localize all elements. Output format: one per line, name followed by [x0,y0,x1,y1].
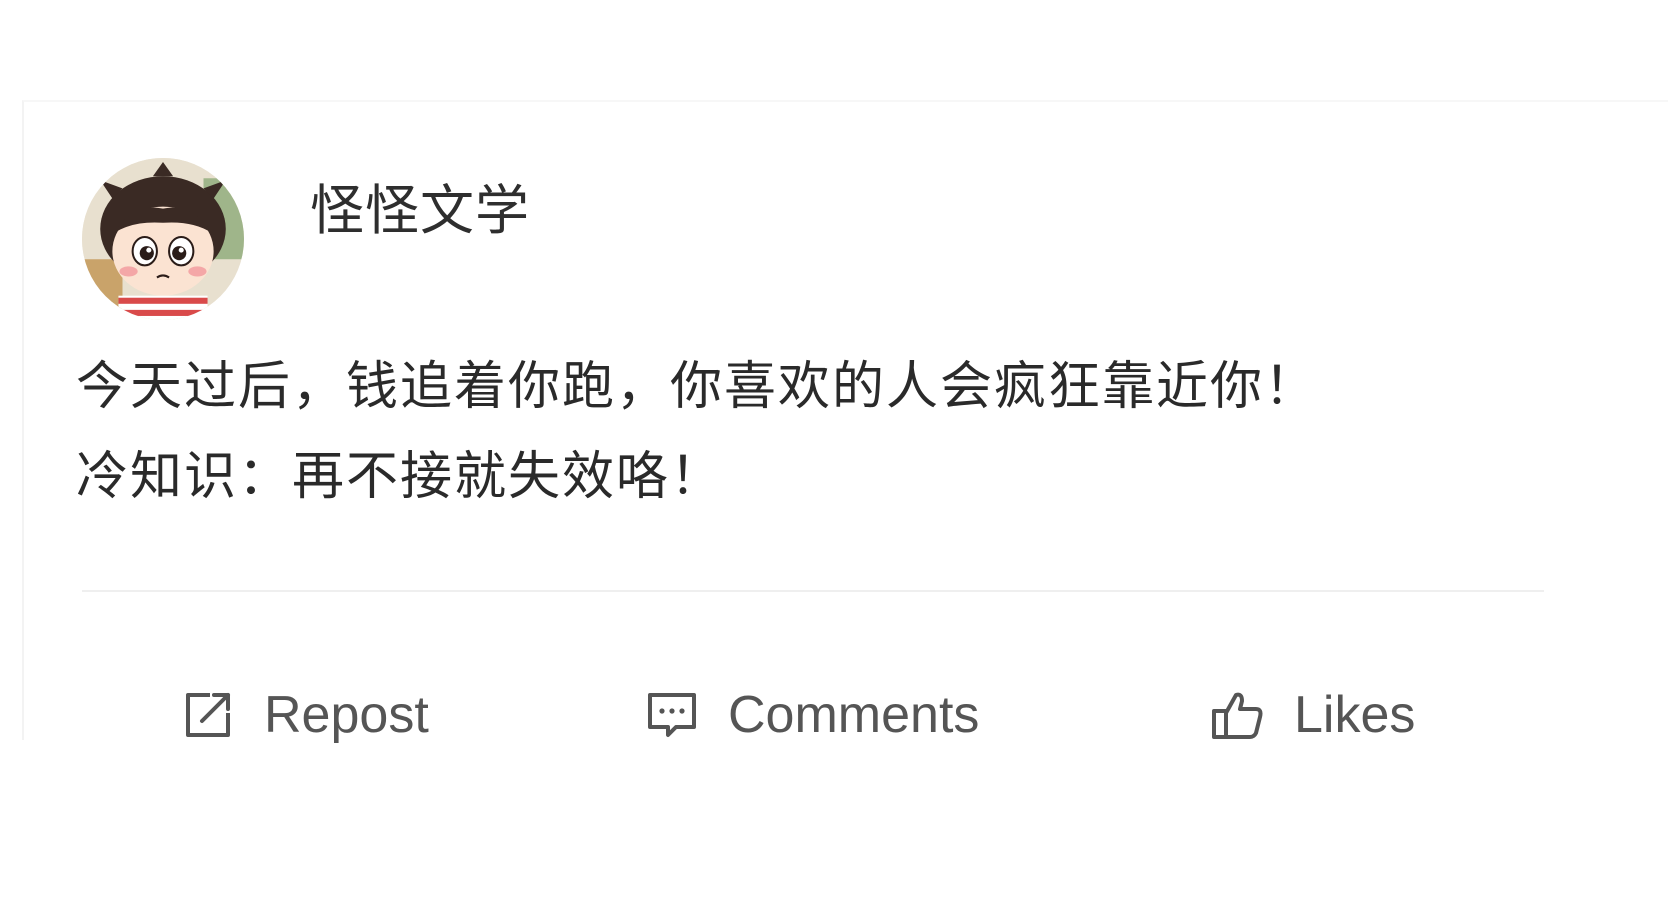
comment-icon [644,687,700,743]
post-text-line: 冷知识：再不接就失效咯！ [76,447,725,507]
comments-button[interactable]: Comments [644,680,979,750]
post-text-line: 今天过后，钱追着你跑，你喜欢的人会疯狂靠近你！ [76,357,1319,417]
post-card: 怪怪文学 今天过后，钱追着你跑，你喜欢的人会疯狂靠近你！ 冷知识：再不接就失效咯… [22,100,1668,744]
avatar[interactable] [82,158,244,320]
repost-label: Repost [264,686,429,744]
thumbs-up-icon [1210,687,1266,743]
repost-button[interactable]: Repost [180,680,429,750]
comments-label: Comments [728,686,980,744]
author-name[interactable]: 怪怪文学 [310,176,530,246]
repost-icon [180,687,236,743]
divider [82,590,1544,592]
likes-label: Likes [1294,686,1416,744]
likes-button[interactable]: Likes [1210,680,1415,750]
post-text: 今天过后，钱追着你跑，你喜欢的人会疯狂靠近你！ 冷知识：再不接就失效咯！ [76,342,1636,522]
cartoon-girl-avatar-icon [82,158,244,320]
